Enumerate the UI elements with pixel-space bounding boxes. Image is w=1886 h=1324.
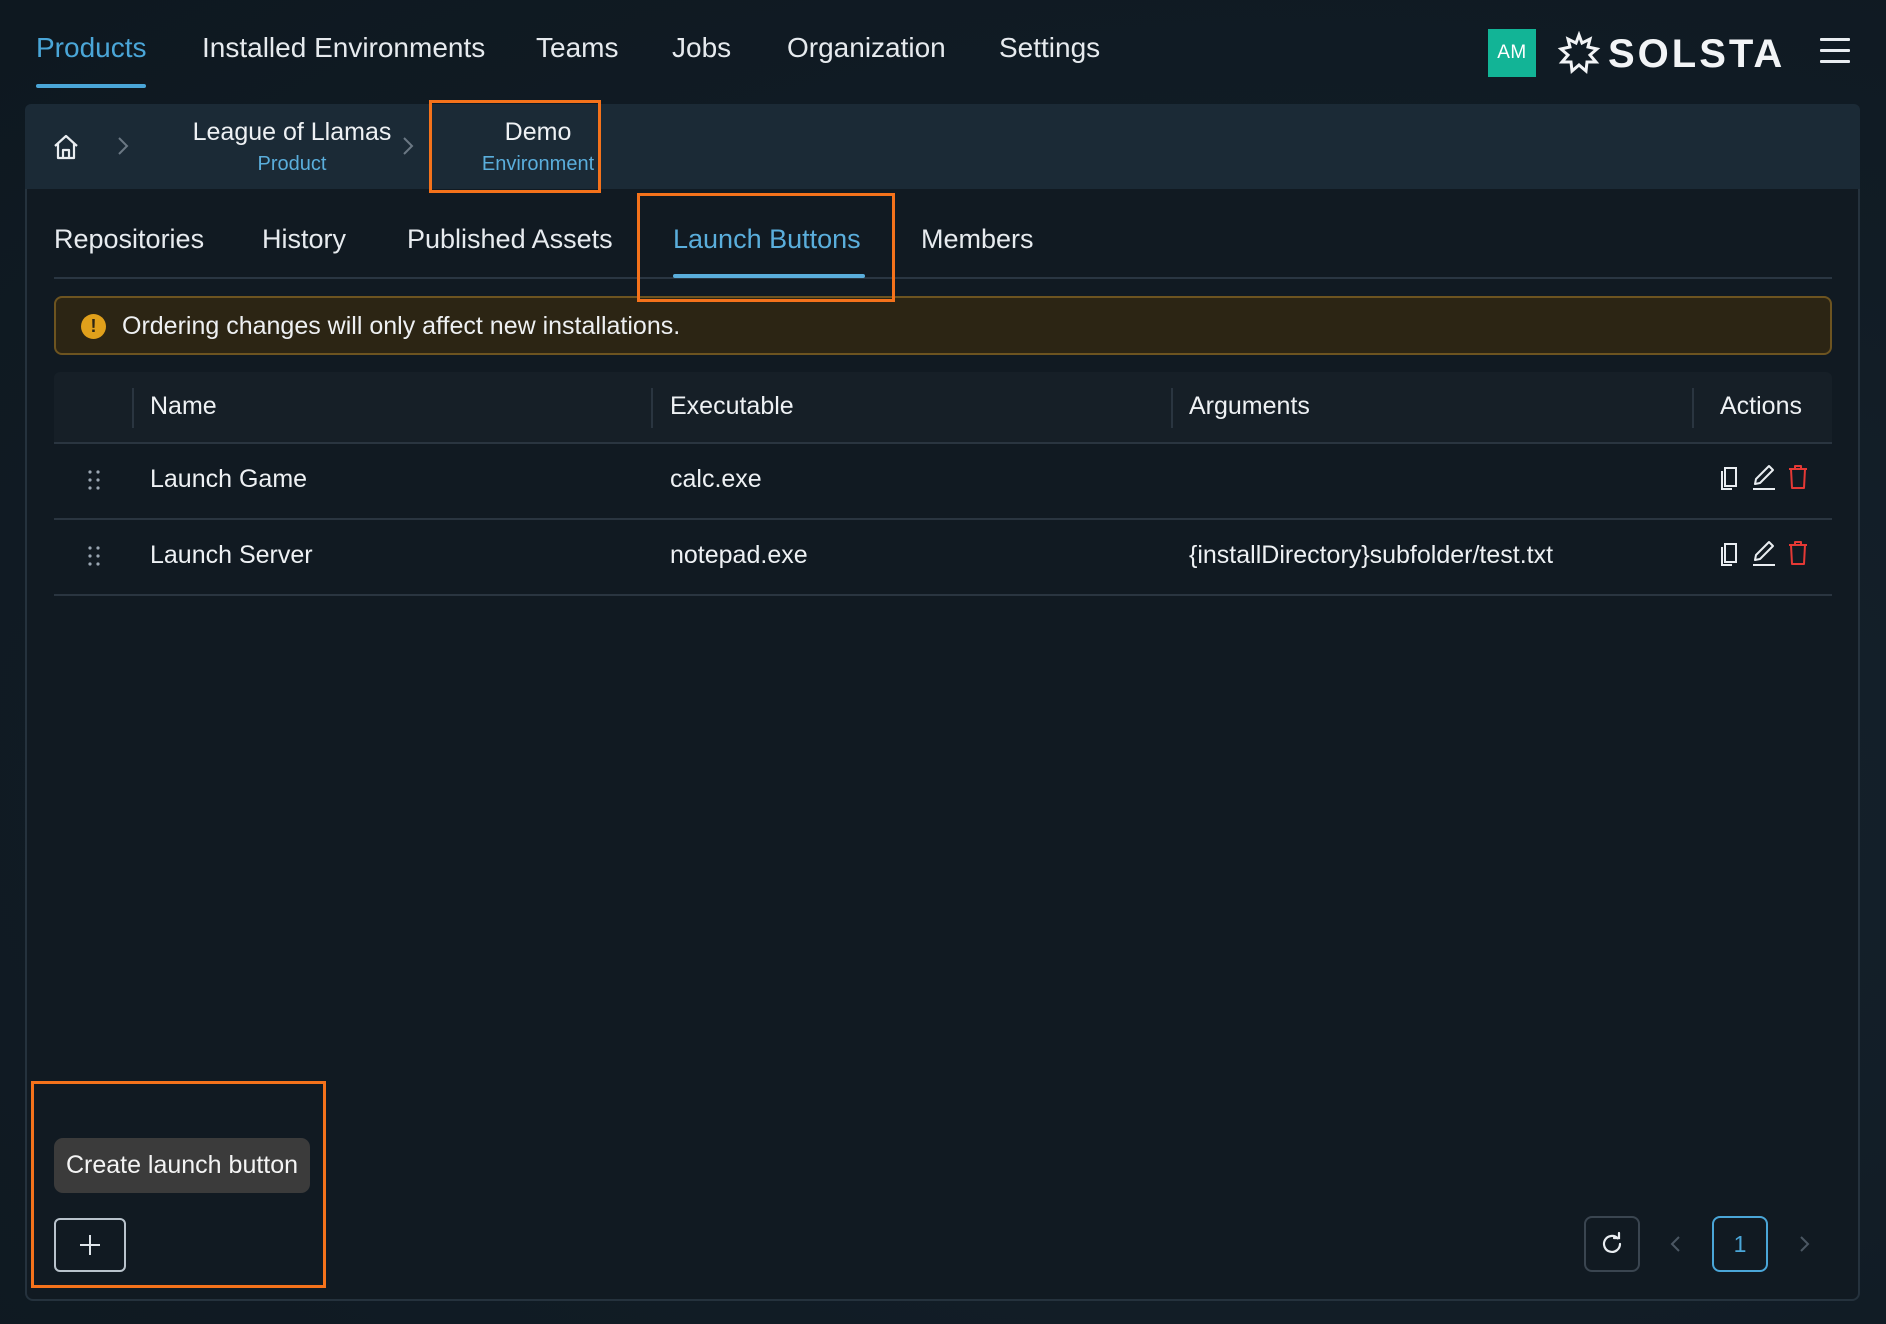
column-divider: [1692, 388, 1694, 428]
cell-name: Launch Game: [150, 465, 308, 493]
drag-handle-icon[interactable]: [86, 468, 102, 492]
refresh-icon: [1602, 1231, 1622, 1253]
column-divider: [1171, 388, 1173, 428]
edit-icon[interactable]: [1750, 462, 1778, 492]
column-header-arguments: Arguments: [1189, 392, 1310, 420]
solsta-logo-icon: [1557, 31, 1601, 74]
breadcrumb-environment-type: Environment: [481, 153, 595, 175]
column-header-actions: Actions: [1720, 392, 1802, 420]
nav-settings[interactable]: Settings: [999, 32, 1100, 64]
nav-jobs[interactable]: Jobs: [672, 32, 731, 64]
column-divider: [651, 388, 653, 428]
home-icon[interactable]: [51, 132, 81, 162]
delete-icon[interactable]: [1784, 462, 1812, 492]
solsta-logo[interactable]: SOLSTA: [1556, 26, 1785, 82]
edit-icon[interactable]: [1750, 538, 1778, 568]
logo-text: SOLSTA: [1608, 31, 1786, 76]
tab-members[interactable]: Members: [921, 224, 1034, 255]
chevron-right-icon: [403, 137, 414, 155]
cell-arguments: {installDirectory}subfolder/test.txt: [1189, 541, 1554, 569]
nav-teams[interactable]: Teams: [536, 32, 618, 64]
nav-organization[interactable]: Organization: [787, 32, 946, 64]
nav-active-indicator: [36, 84, 146, 88]
breadcrumb: League of Llamas Product Demo Environmen…: [25, 104, 1860, 189]
nav-installed-environments[interactable]: Installed Environments: [202, 32, 485, 64]
copy-icon[interactable]: [1716, 462, 1744, 492]
copy-icon[interactable]: [1716, 538, 1744, 568]
plus-icon: [80, 1235, 100, 1255]
previous-page-icon[interactable]: [1666, 1232, 1686, 1256]
table-row: Launch Server notepad.exe {installDirect…: [54, 520, 1832, 596]
main-card: [25, 189, 1860, 1301]
tab-divider: [54, 277, 1832, 279]
tab-history[interactable]: History: [262, 224, 346, 255]
tab-published-assets[interactable]: Published Assets: [407, 224, 613, 255]
alert-message: Ordering changes will only affect new in…: [122, 312, 681, 340]
warning-icon: !: [81, 314, 106, 339]
hamburger-menu-icon[interactable]: [1820, 38, 1850, 68]
create-launch-button-tooltip: Create launch button: [54, 1138, 310, 1193]
drag-handle-icon[interactable]: [86, 544, 102, 568]
cell-executable: notepad.exe: [670, 541, 808, 569]
refresh-button[interactable]: [1584, 1216, 1640, 1272]
cell-name: Launch Server: [150, 541, 313, 569]
breadcrumb-product-type: Product: [257, 153, 327, 175]
table-header: Name Executable Arguments Actions: [54, 372, 1832, 444]
add-launch-button[interactable]: [54, 1218, 126, 1272]
next-page-icon[interactable]: [1794, 1232, 1814, 1256]
nav-products[interactable]: Products: [36, 32, 147, 64]
column-header-name: Name: [150, 392, 217, 420]
tab-active-indicator: [673, 274, 865, 278]
top-navigation: Products Installed Environments Teams Jo…: [0, 0, 1886, 100]
tab-launch-buttons[interactable]: Launch Buttons: [673, 224, 861, 255]
breadcrumb-environment[interactable]: Demo Environment: [451, 118, 625, 176]
table-row: Launch Game calc.exe: [54, 444, 1832, 520]
launch-buttons-table: Name Executable Arguments Actions Launch…: [54, 372, 1832, 596]
column-divider: [132, 388, 134, 428]
page-button-current[interactable]: 1: [1712, 1216, 1768, 1272]
user-avatar[interactable]: AM: [1488, 29, 1536, 77]
cell-executable: calc.exe: [670, 465, 762, 493]
ordering-alert: ! Ordering changes will only affect new …: [54, 296, 1832, 355]
tab-repositories[interactable]: Repositories: [54, 224, 204, 255]
delete-icon[interactable]: [1784, 538, 1812, 568]
breadcrumb-product[interactable]: League of Llamas Product: [164, 118, 420, 176]
breadcrumb-product-title: League of Llamas: [192, 118, 392, 146]
chevron-right-icon: [118, 137, 129, 155]
column-header-executable: Executable: [670, 392, 794, 420]
breadcrumb-environment-title: Demo: [504, 118, 572, 146]
